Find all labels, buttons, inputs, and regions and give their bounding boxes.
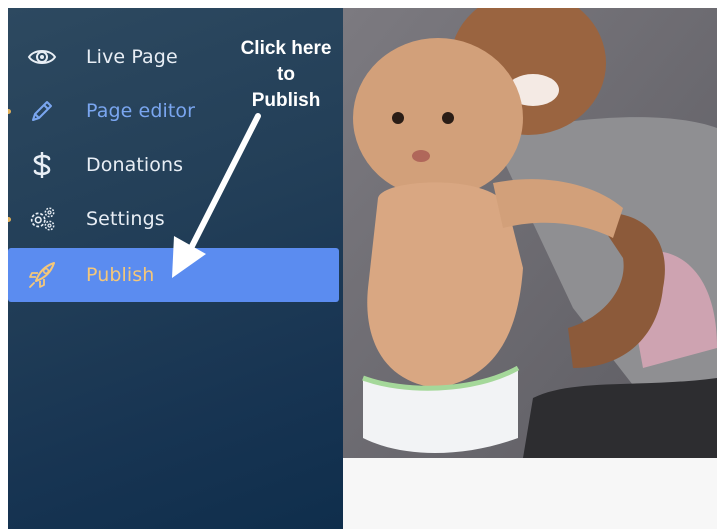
annotation-line: to (277, 64, 295, 85)
sidebar-item-label: Page editor (86, 100, 196, 122)
sidebar-item-publish[interactable]: Publish (8, 248, 339, 302)
sidebar: Live Page Page editor Donations Settings… (8, 8, 343, 529)
sidebar-item-label: Live Page (86, 46, 178, 68)
annotation-callout: Click here to Publish (226, 36, 346, 114)
indicator-dot (8, 109, 11, 114)
rocket-icon (27, 260, 57, 290)
indicator-dot (8, 217, 11, 222)
gears-icon (27, 204, 57, 234)
annotation-line: Publish (251, 90, 321, 111)
content-area (343, 458, 717, 529)
annotation-line: Click here (240, 38, 332, 59)
sidebar-item-donations[interactable]: Donations (8, 138, 339, 192)
sidebar-item-label: Publish (86, 264, 155, 286)
sidebar-item-settings[interactable]: Settings (8, 192, 339, 246)
dollar-icon (27, 150, 57, 180)
sidebar-item-label: Settings (86, 208, 165, 230)
hero-photo (343, 8, 717, 458)
sidebar-item-label: Donations (86, 154, 184, 176)
pencil-icon (27, 96, 57, 126)
eye-icon (27, 42, 57, 72)
app-frame: Live Page Page editor Donations Settings… (8, 8, 717, 529)
